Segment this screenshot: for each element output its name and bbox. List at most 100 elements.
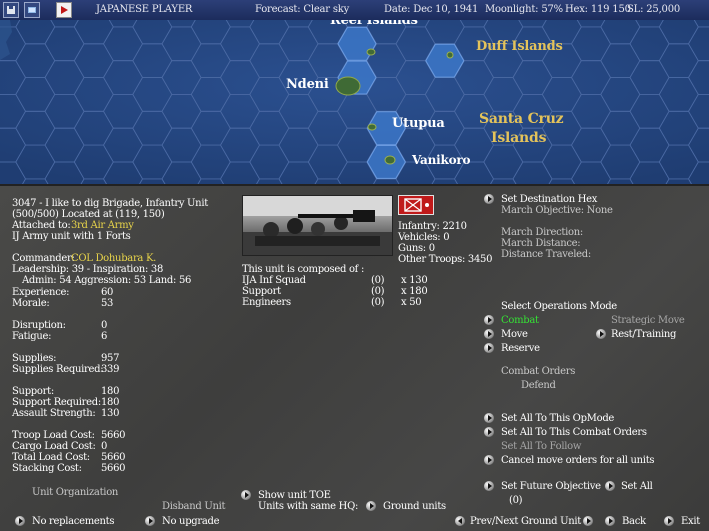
unit-name: 3047 - I like to dig Brigade, Infantry U… — [12, 198, 208, 209]
play-icon[interactable] — [56, 2, 72, 18]
disk-icon[interactable] — [3, 2, 19, 18]
set-all-button[interactable] — [605, 481, 615, 491]
map-label-vanikoro: Vanikoro — [412, 153, 470, 167]
unit-type-flag — [398, 195, 434, 215]
player-label: JAPANESE PLAYER — [96, 4, 192, 15]
utupua-island — [368, 124, 376, 130]
rest-training-label[interactable]: Rest/Training — [611, 329, 676, 340]
set-all-follow-label[interactable]: Set All To Follow — [501, 441, 581, 452]
screen-icon[interactable] — [24, 2, 40, 18]
hex-map[interactable]: Reef Islands Duff Islands Ndeni Utupua S… — [0, 20, 709, 184]
map-label-islands: Islands — [491, 130, 546, 146]
next-unit-button[interactable] — [583, 516, 593, 526]
stat-value: 957 — [101, 353, 119, 364]
no-replacements-label[interactable]: No replacements — [32, 516, 114, 527]
set-all-label[interactable]: Set All — [621, 481, 652, 492]
stat-label: Support Required: — [12, 397, 101, 408]
stat-value: 180 — [101, 397, 119, 408]
combat-orders-title: Combat Orders — [501, 366, 575, 377]
composition-avail: (0) — [371, 297, 384, 308]
infantry-count: Infantry: 2210 — [398, 221, 467, 232]
commander-link[interactable]: COL Dohubara K. — [71, 253, 156, 264]
combat-mode-button[interactable] — [484, 315, 494, 325]
stat-label: Total Load Cost: — [12, 452, 90, 463]
disband-unit-label[interactable]: Disband Unit — [162, 501, 225, 512]
forecast-label: Forecast: Clear sky — [255, 4, 349, 15]
stat-value: 130 — [101, 408, 119, 419]
duff-island — [447, 52, 453, 58]
back-label[interactable]: Back — [622, 516, 646, 527]
vehicles-count: Vehicles: 0 — [398, 232, 449, 243]
stat-value: 339 — [101, 364, 119, 375]
reserve-mode-button[interactable] — [484, 343, 494, 353]
exit-button[interactable] — [664, 516, 674, 526]
composition-count: x 50 — [401, 297, 421, 308]
no-upgrade-label[interactable]: No upgrade — [162, 516, 219, 527]
set-future-objective-label[interactable]: Set Future Objective — [501, 481, 601, 492]
no-replacements-button[interactable] — [15, 516, 25, 526]
map-label-reef: Reef Islands — [330, 20, 418, 28]
unit-location: (500/500) Located at (119, 150) — [12, 209, 164, 220]
opmode-title: Select Operations Mode — [501, 301, 617, 312]
hex-grid[interactable] — [0, 20, 709, 184]
other-troops-count: Other Troops: 3450 — [398, 254, 492, 265]
set-destination-label[interactable]: Set Destination Hex — [501, 194, 597, 205]
stat-value: 60 — [101, 287, 113, 298]
set-all-combat-orders-button[interactable] — [484, 427, 494, 437]
moonlight-label: Moonlight: 57% — [485, 4, 563, 15]
exit-label[interactable]: Exit — [681, 516, 700, 527]
unit-photo — [242, 195, 393, 256]
set-all-opmode-button[interactable] — [484, 413, 494, 423]
same-hq-label: Units with same HQ: — [258, 501, 358, 512]
unit-organization-label: Unit Organization — [32, 487, 118, 498]
stat-label: Supplies: — [12, 353, 56, 364]
stat-value: 0 — [101, 441, 107, 452]
show-toe-button[interactable] — [241, 490, 251, 500]
cancel-move-orders-button[interactable] — [484, 455, 494, 465]
distance-traveled: Distance Traveled: — [501, 249, 591, 260]
composition-name[interactable]: Engineers — [242, 297, 291, 308]
stat-label: Stacking Cost: — [12, 463, 82, 474]
march-distance: March Distance: — [501, 238, 580, 249]
set-destination-button[interactable] — [484, 194, 494, 204]
stat-value: 5660 — [101, 452, 125, 463]
composition-avail: (0) — [371, 286, 384, 297]
ground-units-label[interactable]: Ground units — [383, 501, 446, 512]
no-upgrade-button[interactable] — [145, 516, 155, 526]
back-button[interactable] — [605, 516, 615, 526]
set-all-opmode-label[interactable]: Set All To This OpMode — [501, 413, 614, 424]
cancel-move-orders-label[interactable]: Cancel move orders for all units — [501, 455, 654, 466]
composition-title: This unit is composed of : — [242, 264, 364, 275]
composition-avail: (0) — [371, 275, 384, 286]
stat-value: 53 — [101, 298, 113, 309]
combat-orders-value[interactable]: Defend — [521, 380, 556, 391]
date-label: Date: Dec 10, 1941 — [384, 4, 478, 15]
move-mode-button[interactable] — [484, 329, 494, 339]
map-label-duff: Duff Islands — [476, 39, 563, 54]
show-toe-label[interactable]: Show unit TOE — [258, 490, 331, 501]
combat-mode-label[interactable]: Combat — [501, 315, 539, 326]
set-all-combat-orders-label[interactable]: Set All To This Combat Orders — [501, 427, 647, 438]
stat-value: 0 — [101, 320, 107, 331]
rest-training-button[interactable] — [596, 329, 606, 339]
ground-units-button[interactable] — [366, 501, 376, 511]
composition-name[interactable]: Support — [242, 286, 281, 297]
set-future-objective-button[interactable] — [484, 481, 494, 491]
map-label-ndeni: Ndeni — [286, 77, 329, 92]
stat-label: Fatigue: — [12, 331, 51, 342]
stat-label: Cargo Load Cost: — [12, 441, 96, 452]
attached-hq-link[interactable]: 3rd Air Army — [71, 220, 134, 231]
hex-label: Hex: 119 150 — [565, 4, 631, 15]
composition-count: x 180 — [401, 286, 427, 297]
commander-label: Commander: — [12, 253, 75, 264]
vanikoro-island — [385, 156, 395, 164]
prev-next-unit-label: Prev/Next Ground Unit — [470, 516, 581, 527]
composition-name[interactable]: IJA Inf Squad — [242, 275, 306, 286]
prev-unit-button[interactable] — [455, 516, 465, 526]
reserve-mode-label[interactable]: Reserve — [501, 343, 540, 354]
stat-label: Experience: — [12, 287, 69, 298]
leadership-stats: Leadership: 39 - Inspiration: 38 — [12, 264, 163, 275]
strategic-move-label[interactable]: Strategic Move — [611, 315, 685, 326]
stat-value: 180 — [101, 386, 119, 397]
move-mode-label[interactable]: Move — [501, 329, 528, 340]
